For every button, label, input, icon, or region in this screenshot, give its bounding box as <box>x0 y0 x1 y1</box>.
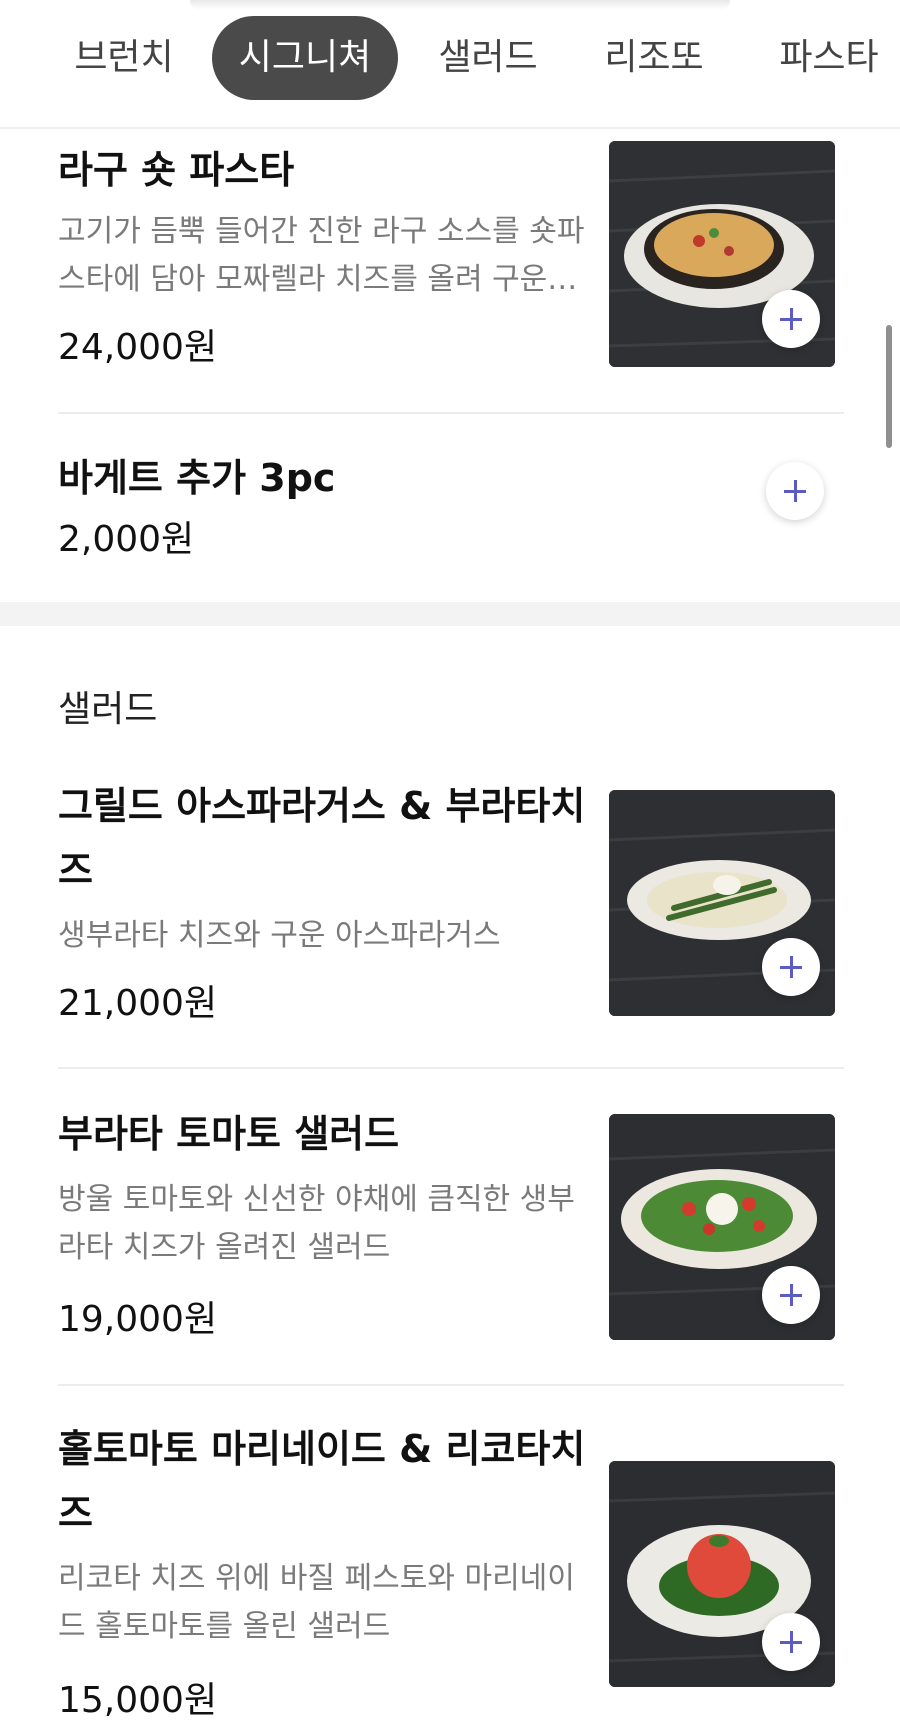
tab-brunch[interactable]: 브런치 <box>64 16 184 100</box>
menu-item[interactable]: 그릴드 아스파라거스 & 부라타치 즈 생부라타 치즈와 구운 아스파라거스 2… <box>58 770 844 1060</box>
menu-item-price: 2,000원 <box>58 519 195 560</box>
menu-item-name: 그릴드 아스파라거스 & 부라타치 <box>58 784 586 828</box>
menu-item-name: 즈 <box>58 848 93 892</box>
menu-item-desc: 리코타 치즈 위에 바질 페스토와 마리네이 <box>58 1561 575 1596</box>
menu-item[interactable]: 홀토마토 마리네이드 & 리코타치 즈 리코타 치즈 위에 바질 페스토와 마리… <box>58 1387 844 1728</box>
menu-item-name: 부라타 토마토 샐러드 <box>58 1112 400 1156</box>
menu-item-price: 24,000원 <box>58 327 218 368</box>
tab-signature[interactable]: 시그니쳐 <box>212 16 398 100</box>
menu-item[interactable]: 바게트 추가 3pc 2,000원 <box>58 414 844 594</box>
divider <box>58 1067 844 1069</box>
tab-risotto[interactable]: 리조또 <box>598 16 710 100</box>
section-title: 샐러드 <box>58 689 158 730</box>
menu-item-desc: 방울 토마토와 신선한 야채에 큼직한 생부 <box>58 1182 575 1217</box>
section-divider <box>0 602 900 626</box>
menu-item-name: 즈 <box>58 1491 93 1535</box>
tab-salad[interactable]: 샐러드 <box>432 16 544 100</box>
menu-item-price: 19,000원 <box>58 1299 218 1340</box>
menu-item-name: 라구 숏 파스타 <box>58 148 295 192</box>
menu-item-desc: 생부라타 치즈와 구운 아스파라거스 <box>58 918 501 953</box>
menu-item-name: 홀토마토 마리네이드 & 리코타치 <box>58 1427 586 1471</box>
menu-item-desc: 드 홀토마토를 올린 샐러드 <box>58 1609 391 1644</box>
category-tab-bar: 브런치 시그니쳐 샐러드 리조또 파스타 <box>0 0 900 129</box>
menu-item-desc: 스타에 담아 모짜렐라 치즈를 올려 구운… <box>58 262 578 297</box>
tab-pasta[interactable]: 파스타 <box>764 16 894 100</box>
menu-item-price: 15,000원 <box>58 1680 218 1721</box>
add-to-cart-button[interactable] <box>762 1266 820 1324</box>
menu-item-name: 바게트 추가 3pc <box>58 456 336 500</box>
divider <box>58 1384 844 1386</box>
add-to-cart-button[interactable] <box>762 290 820 348</box>
menu-item-price: 21,000원 <box>58 983 218 1024</box>
menu-item-desc: 라타 치즈가 올려진 샐러드 <box>58 1230 391 1265</box>
scrollbar[interactable] <box>886 325 892 448</box>
menu-item[interactable]: 라구 숏 파스타 고기가 듬뿍 들어간 진한 라구 소스를 숏파 스타에 담아 … <box>58 130 844 410</box>
add-to-cart-button[interactable] <box>762 938 820 996</box>
menu-item-desc: 고기가 듬뿍 들어간 진한 라구 소스를 숏파 <box>58 214 585 249</box>
add-to-cart-button[interactable] <box>766 462 824 520</box>
menu-item[interactable]: 부라타 토마토 샐러드 방울 토마토와 신선한 야채에 큼직한 생부 라타 치즈… <box>58 1070 844 1380</box>
search-bar-shadow <box>190 0 730 10</box>
add-to-cart-button[interactable] <box>762 1613 820 1671</box>
